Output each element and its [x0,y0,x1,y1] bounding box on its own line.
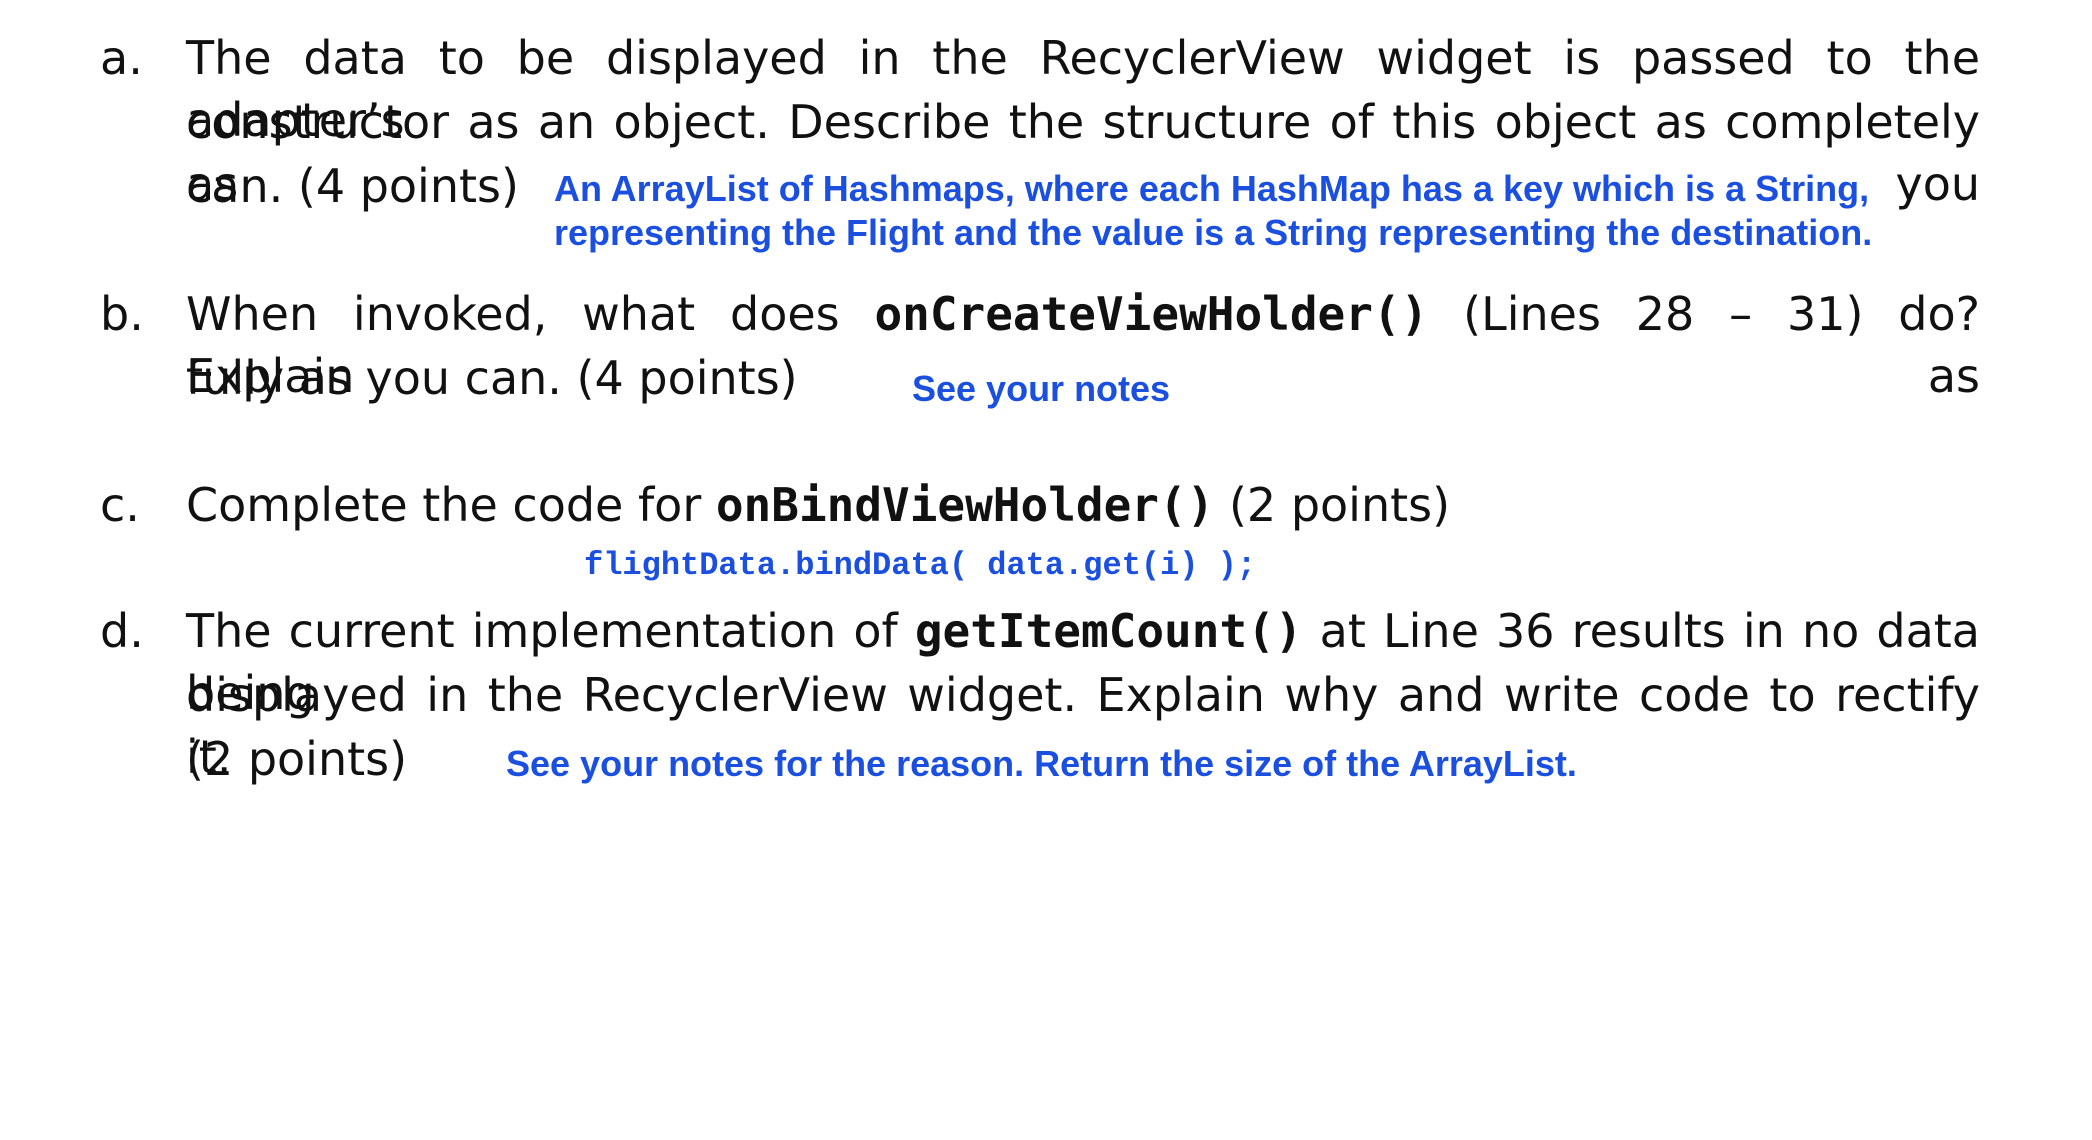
answer-code: flightData.bindData( data.get(i) ); [584,547,1257,584]
question-letter: d. [100,604,144,658]
question-text: When invoked, what does [186,287,875,341]
question-text-line: can. (4 points) [186,159,519,213]
question-letter: b. [100,287,144,341]
question-letter: a. [100,31,143,85]
question-text-line: Complete the code for onBindViewHolder()… [186,474,1450,536]
document-page: a. The data to be displayed in the Recyc… [0,0,2092,1140]
method-name-code: onCreateViewHolder() [874,287,1429,341]
question-text: Complete the code for [186,478,716,532]
answer-text: See your notes [912,368,1171,409]
method-name-code: getItemCount() [914,604,1303,658]
question-text: The current implementation of [186,604,915,658]
answer-text: An ArrayList of Hashmaps, where each Has… [554,168,1870,209]
question-text-line: fully as you can. (4 points) [186,351,798,405]
question-text-line: (2 points) [186,732,408,786]
question-text: (2 points) [1214,478,1451,532]
answer-text: See your notes for the reason. Return th… [506,743,1577,784]
answer-text: representing the Flight and the value is… [554,212,1873,253]
question-letter: c. [100,478,140,532]
method-name-code: onBindViewHolder() [715,478,1215,532]
